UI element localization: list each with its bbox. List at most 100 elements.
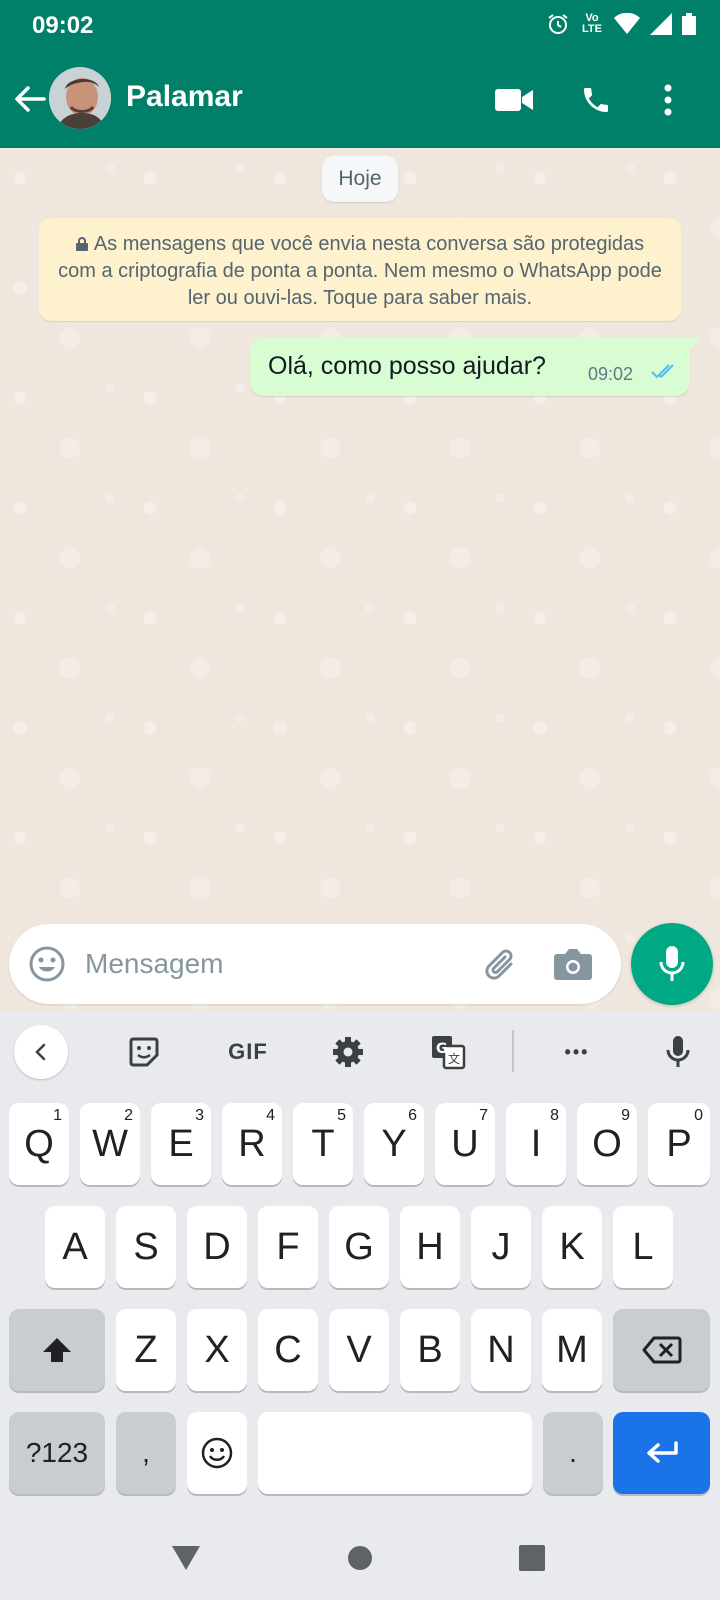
keyboard-emoji-icon (201, 1437, 233, 1469)
symbols-key[interactable]: ?123 (9, 1412, 105, 1494)
attach-button[interactable] (481, 944, 521, 984)
voice-input-button[interactable] (652, 1026, 704, 1078)
key-p[interactable]: P0 (648, 1103, 710, 1185)
key-s[interactable]: S (116, 1206, 176, 1288)
keyboard-settings-button[interactable] (322, 1026, 374, 1078)
avatar[interactable] (49, 67, 111, 129)
avatar-photo (49, 67, 111, 129)
key-d[interactable]: D (187, 1206, 247, 1288)
key-hint: 2 (124, 1107, 133, 1124)
lock-icon (75, 237, 88, 251)
key-k[interactable]: K (542, 1206, 602, 1288)
voice-call-button[interactable] (574, 78, 618, 122)
enter-icon (646, 1441, 678, 1463)
key-label: E (168, 1122, 194, 1165)
key-f[interactable]: F (258, 1206, 318, 1288)
more-button[interactable]: ••• (550, 1026, 604, 1078)
key-w[interactable]: W2 (80, 1103, 140, 1185)
nav-home-icon (348, 1546, 372, 1570)
toolbar-separator (512, 1030, 514, 1072)
key-r[interactable]: R4 (222, 1103, 282, 1185)
key-hint: 3 (195, 1107, 204, 1124)
emoji-key[interactable] (187, 1412, 247, 1494)
message-time: 09:02 (588, 364, 634, 384)
back-button[interactable] (10, 79, 50, 119)
key-hint: 8 (550, 1107, 559, 1124)
encryption-notice[interactable]: As mensagens que você envia nesta conver… (39, 218, 681, 321)
back-arrow-icon (15, 86, 46, 112)
period-key[interactable]: . (543, 1412, 603, 1494)
emoji-icon (29, 946, 65, 982)
key-hint: 7 (479, 1107, 488, 1124)
more-options-button[interactable] (646, 78, 690, 122)
key-label: Y (381, 1122, 407, 1165)
key-label: U (451, 1122, 479, 1165)
battery-icon (682, 13, 696, 35)
shift-key[interactable] (9, 1309, 105, 1391)
space-key[interactable] (258, 1412, 532, 1494)
nav-recents-button[interactable] (512, 1538, 552, 1578)
key-hint: 0 (694, 1107, 703, 1124)
key-l[interactable]: L (613, 1206, 673, 1288)
backspace-key[interactable] (613, 1309, 710, 1391)
sticker-button[interactable] (118, 1026, 170, 1078)
key-hint: 1 (53, 1107, 62, 1124)
key-a[interactable]: A (45, 1206, 105, 1288)
key-label: P (666, 1122, 692, 1165)
key-label: W (92, 1122, 128, 1165)
enter-key[interactable] (613, 1412, 710, 1494)
camera-button[interactable] (551, 944, 595, 984)
gif-label: GIF (228, 1039, 268, 1064)
key-g[interactable]: G (329, 1206, 389, 1288)
emoji-button[interactable] (27, 944, 67, 984)
message-text: Olá, como posso ajudar? (268, 352, 546, 380)
chevron-left-icon (35, 1043, 46, 1061)
more-icon: ••• (564, 1041, 590, 1062)
key-i[interactable]: I8 (506, 1103, 566, 1185)
key-b[interactable]: B (400, 1309, 460, 1391)
key-u[interactable]: U7 (435, 1103, 495, 1185)
nav-back-icon (172, 1546, 200, 1570)
key-y[interactable]: Y6 (364, 1103, 424, 1185)
contact-name[interactable]: Palamar (126, 80, 243, 114)
key-e[interactable]: E3 (151, 1103, 211, 1185)
key-t[interactable]: T5 (293, 1103, 353, 1185)
key-hint: 5 (337, 1107, 346, 1124)
gif-button[interactable]: GIF (218, 1026, 278, 1078)
settings-icon (333, 1037, 363, 1067)
translate-icon: G文 (432, 1036, 466, 1070)
translate-button[interactable]: G文 (422, 1026, 474, 1078)
date-chip: Hoje (322, 156, 398, 202)
key-j[interactable]: J (471, 1206, 531, 1288)
nav-back-button[interactable] (166, 1538, 206, 1578)
video-call-button[interactable] (492, 78, 536, 122)
status-icons: Vo LTE (546, 12, 696, 36)
voice-message-button[interactable] (631, 923, 713, 1005)
signal-icon (650, 13, 672, 35)
key-q[interactable]: Q1 (9, 1103, 69, 1185)
keyboard-toolbar: GIF G文 ••• (0, 1012, 720, 1092)
status-time: 09:02 (32, 12, 94, 39)
shift-icon (43, 1338, 71, 1362)
key-v[interactable]: V (329, 1309, 389, 1391)
key-x[interactable]: X (187, 1309, 247, 1391)
key-o[interactable]: O9 (577, 1103, 637, 1185)
message-input[interactable] (83, 942, 463, 986)
key-m[interactable]: M (542, 1309, 602, 1391)
key-n[interactable]: N (471, 1309, 531, 1391)
svg-text:G: G (436, 1041, 448, 1057)
key-label: T (311, 1122, 335, 1165)
nav-home-button[interactable] (340, 1538, 380, 1578)
svg-text:文: 文 (448, 1051, 460, 1066)
key-label: Q (24, 1122, 54, 1165)
voice-input-icon (666, 1036, 690, 1067)
attach-icon (485, 949, 513, 980)
key-c[interactable]: C (258, 1309, 318, 1391)
key-z[interactable]: Z (116, 1309, 176, 1391)
key-h[interactable]: H (400, 1206, 460, 1288)
toolbar-back-button[interactable] (14, 1025, 68, 1079)
chat-area[interactable]: Hoje As mensagens que você envia nesta c… (0, 148, 720, 1010)
key-label: I (530, 1122, 542, 1165)
comma-key[interactable]: , (116, 1412, 176, 1494)
outgoing-message[interactable]: Olá, como posso ajudar? 09:02 (250, 338, 700, 396)
